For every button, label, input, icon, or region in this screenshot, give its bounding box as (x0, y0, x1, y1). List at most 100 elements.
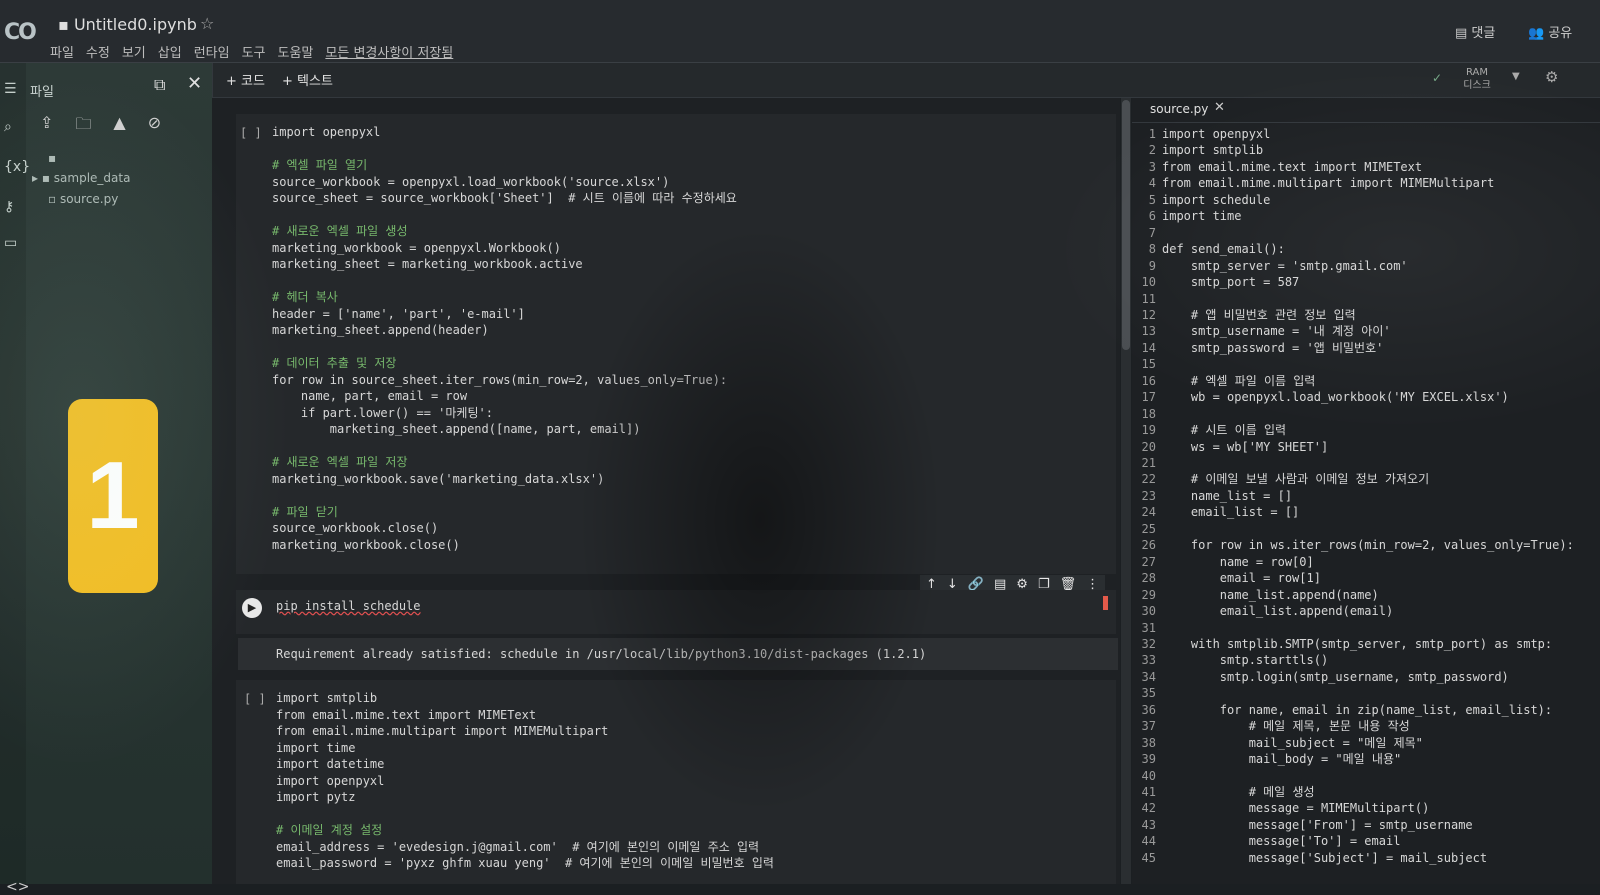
cell-run-bracket[interactable]: [ ] (244, 692, 266, 706)
code-line[interactable]: mail_subject = "메일 제목" (1162, 735, 1423, 751)
code-line[interactable]: marketing_workbook.save('marketing_data.… (272, 471, 604, 487)
menu-help[interactable]: 도움말 (278, 42, 314, 61)
code-line[interactable]: source_sheet = source_workbook['Sheet'] … (272, 190, 737, 206)
code-line[interactable]: from email.mime.text import MIMEText (276, 707, 536, 723)
add-text-button[interactable]: + 텍스트 (282, 70, 333, 89)
code-line[interactable]: message['Subject'] = mail_subject (1162, 850, 1487, 866)
code-line[interactable]: if part.lower() == '마케팅': (272, 405, 493, 421)
scrollbar-thumb[interactable] (1122, 100, 1130, 350)
code-line[interactable]: smtp_port = 587 (1162, 274, 1299, 290)
code-line[interactable]: name_list = [] (1162, 488, 1292, 504)
code-line[interactable]: # 앱 비밀번호 관련 정보 입력 (1162, 307, 1356, 323)
code-cell-3[interactable]: [ ] import smtplib from email.mime.text i… (236, 680, 1116, 884)
code-line[interactable]: email_list.append(email) (1162, 603, 1393, 619)
code-line[interactable]: marketing_sheet = marketing_workbook.act… (272, 256, 583, 272)
upload-file-icon[interactable]: ⇪ (40, 113, 53, 140)
code-line[interactable]: with smtplib.SMTP(smtp_server, smtp_port… (1162, 636, 1552, 652)
code-line[interactable]: message['To'] = email (1162, 833, 1401, 849)
notebook-title-text[interactable]: Untitled0.ipynb (74, 15, 197, 34)
run-cell-button[interactable]: ▶ (242, 598, 262, 618)
menu-runtime[interactable]: 런타임 (194, 42, 230, 61)
code-line[interactable]: name = row[0] (1162, 554, 1314, 570)
code-line[interactable]: from email.mime.multipart import MIMEMul… (1162, 175, 1494, 191)
tree-item-sample-data[interactable]: ▸ ▪ sample_data (32, 171, 130, 185)
code-line[interactable]: def send_email(): (1162, 241, 1285, 257)
code-line[interactable]: smtp_server = 'smtp.gmail.com' (1162, 258, 1408, 274)
code-line[interactable]: name_list.append(name) (1162, 587, 1379, 603)
code-line[interactable]: header = ['name', 'part', 'e-mail'] (272, 306, 525, 322)
search-icon[interactable]: ⌕ (4, 119, 12, 135)
code-line[interactable]: import schedule (1162, 192, 1270, 208)
colab-logo[interactable]: CO (4, 20, 37, 45)
code-cell-1[interactable]: [ ] import openpyxl # 엑셀 파일 열기 source_work… (236, 114, 1116, 574)
code-line[interactable]: smtp_username = '내 계정 아이' (1162, 323, 1391, 339)
resource-monitor[interactable]: RAM 디스크 (1437, 66, 1517, 92)
code-line[interactable]: marketing_sheet.append(header) (272, 322, 489, 338)
code-line[interactable]: email_address = 'evedesign.j@gmail.com' … (276, 839, 759, 855)
code-line[interactable]: # 메일 제목, 본문 내용 작성 (1162, 718, 1410, 734)
code-line[interactable]: # 이메일 보낼 사람과 이메일 정보 가져오기 (1162, 471, 1429, 487)
code-line[interactable]: source_workbook.close() (272, 520, 438, 536)
folder-icon[interactable]: ▭ (4, 235, 17, 251)
code-line[interactable]: for row in source_sheet.iter_rows(min_ro… (272, 372, 727, 388)
menu-view[interactable]: 보기 (122, 42, 146, 61)
code-line[interactable]: mail_body = "메일 내용" (1162, 751, 1402, 767)
code-line[interactable]: import smtplib (276, 690, 377, 706)
code-line[interactable]: # 시트 이름 입력 (1162, 422, 1286, 438)
variables-icon[interactable]: {x} (4, 159, 30, 175)
menu-edit[interactable]: 수정 (86, 42, 110, 61)
code-line[interactable]: message['From'] = smtp_username (1162, 817, 1473, 833)
menu-insert[interactable]: 삽입 (158, 42, 182, 61)
tree-item-source-py[interactable]: ▫ source.py (48, 192, 118, 206)
code-line[interactable]: from email.mime.text import MIMEText (1162, 159, 1422, 175)
code-line[interactable]: # 파일 닫기 (272, 504, 338, 520)
code-line[interactable]: import smtplib (1162, 142, 1263, 158)
code-line[interactable]: ws = wb['MY SHEET'] (1162, 439, 1328, 455)
code-line[interactable]: message = MIMEMultipart() (1162, 800, 1430, 816)
code-line[interactable]: marketing_workbook = openpyxl.Workbook() (272, 240, 561, 256)
code-line[interactable]: # 새로운 엑셀 파일 저장 (272, 454, 407, 470)
code-line[interactable]: smtp_password = '앱 비밀번호' (1162, 340, 1383, 356)
editor-tab-name[interactable]: source.py (1150, 102, 1208, 116)
code-line[interactable]: for name, email in zip(name_list, email_… (1162, 702, 1552, 718)
code-line[interactable]: # 헤더 복사 (272, 289, 338, 305)
chevron-down-icon[interactable]: ▼ (1512, 71, 1520, 82)
add-code-button[interactable]: + 코드 (226, 70, 265, 89)
code-line[interactable]: smtp.starttls() (1162, 652, 1328, 668)
code-line[interactable]: source_workbook = openpyxl.load_workbook… (272, 174, 669, 190)
key-icon[interactable]: ⚷ (4, 199, 14, 215)
code-line[interactable]: # 새로운 엑셀 파일 생성 (272, 223, 407, 239)
mount-drive-icon[interactable]: ▲ (113, 113, 125, 140)
code-line[interactable]: smtp.login(smtp_username, smtp_password) (1162, 669, 1509, 685)
close-icon[interactable]: ✕ (1214, 100, 1225, 115)
menu-file[interactable]: 파일 (50, 42, 74, 61)
parent-folder-icon[interactable]: ▪ (48, 151, 56, 165)
share-button[interactable]: 👥 공유 (1528, 22, 1572, 41)
code-line[interactable]: wb = openpyxl.load_workbook('MY EXCEL.xl… (1162, 389, 1509, 405)
code-line[interactable]: import datetime (276, 756, 384, 772)
code-line[interactable]: name, part, email = row (272, 388, 467, 404)
code-line[interactable]: import pytz (276, 789, 355, 805)
code-line[interactable]: import openpyxl (272, 124, 380, 140)
code-line[interactable]: for row in ws.iter_rows(min_row=2, value… (1162, 537, 1574, 553)
code-line[interactable]: import openpyxl (1162, 126, 1270, 142)
code-line[interactable]: # 메일 생성 (1162, 784, 1315, 800)
hide-files-icon[interactable]: ⊘ (148, 113, 161, 140)
editor-tab[interactable]: source.py ✕ (1132, 98, 1600, 123)
code-snippets-icon[interactable]: <> (6, 879, 29, 895)
code-line[interactable]: email_password = 'pyxz ghfm xuau yeng' #… (276, 855, 774, 871)
code-line[interactable]: # 이메일 계정 설정 (276, 822, 382, 838)
code-line[interactable]: email = row[1] (1162, 570, 1321, 586)
code-line[interactable]: import time (276, 740, 355, 756)
notebook-title[interactable]: ▪ Untitled0.ipynb (58, 15, 197, 34)
code-line[interactable]: import time (1162, 208, 1241, 224)
code-line[interactable]: # 엑셀 파일 이름 입력 (1162, 373, 1315, 389)
code-line[interactable]: marketing_sheet.append([name, part, emai… (272, 421, 641, 437)
cell-run-bracket[interactable]: [ ] (240, 126, 262, 140)
code-line[interactable]: email_list = [] (1162, 504, 1299, 520)
menu-tools[interactable]: 도구 (242, 42, 266, 61)
new-folder-icon[interactable]: 🗀 (75, 113, 91, 140)
close-icon[interactable]: ✕ (187, 73, 202, 94)
cell-2-command[interactable]: pip install schedule (276, 598, 421, 614)
code-line[interactable]: from email.mime.multipart import MIMEMul… (276, 723, 608, 739)
